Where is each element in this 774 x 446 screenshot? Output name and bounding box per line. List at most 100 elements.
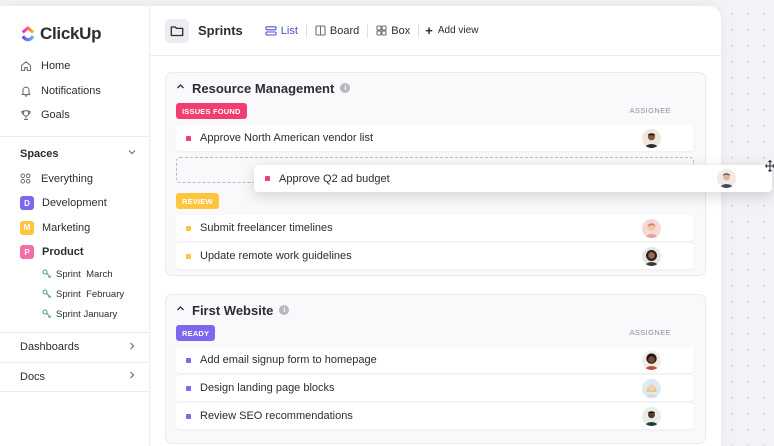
status-dot <box>265 176 270 181</box>
sidebar: ClickUp Home Notifications Goals Spaces … <box>0 6 150 446</box>
tab-list[interactable]: List <box>257 20 306 42</box>
task-name: Design landing page blocks <box>200 382 335 394</box>
info-icon[interactable]: i <box>340 83 351 93</box>
status-dot <box>186 385 191 391</box>
add-view-button[interactable]: + Add view <box>419 23 478 38</box>
sprint-january[interactable]: Sprint January <box>0 305 149 325</box>
space-marketing[interactable]: M Marketing <box>0 216 149 241</box>
spaces-heading: Spaces <box>20 147 59 160</box>
tab-box[interactable]: Box <box>368 20 418 42</box>
task-row[interactable]: Design landing page blocks <box>176 375 694 401</box>
avatar[interactable] <box>642 246 661 266</box>
avatar[interactable] <box>642 378 661 398</box>
divider <box>0 135 149 137</box>
status-badge[interactable]: REVIEW <box>176 193 219 209</box>
task-row[interactable]: Submit freelancer timelines <box>176 215 694 241</box>
plus-icon: + <box>425 23 433 38</box>
task-row[interactable]: Approve North American vendor list <box>176 125 694 151</box>
brand-name: ClickUp <box>40 24 102 43</box>
tab-label: Box <box>391 24 411 37</box>
sprint-february[interactable]: Sprint February <box>0 285 149 305</box>
sprint-icon <box>42 289 52 300</box>
folder-icon[interactable] <box>165 18 189 43</box>
space-product[interactable]: P Product <box>0 240 149 265</box>
status-row: ISSUES FOUND ASSIGNEE <box>166 103 705 121</box>
status-dot <box>186 357 191 363</box>
assignee-column-header: ASSIGNEE <box>629 106 671 115</box>
space-development[interactable]: D Development <box>0 191 149 216</box>
move-cursor-icon <box>765 160 774 175</box>
status-row: REVIEW <box>166 193 705 211</box>
board-icon <box>315 25 326 36</box>
group-header[interactable]: Resource Management i <box>166 73 705 103</box>
sprint-label: Sprint January <box>56 309 118 320</box>
space-label: Marketing <box>42 221 91 234</box>
task-row[interactable]: Add email signup form to homepage <box>176 347 694 373</box>
sprint-march[interactable]: Sprint March <box>0 265 149 285</box>
chevron-down-icon[interactable] <box>127 147 137 160</box>
status-badge[interactable]: READY <box>176 325 216 341</box>
avatar[interactable] <box>642 128 661 148</box>
tab-board[interactable]: Board <box>307 20 367 42</box>
box-icon <box>376 25 387 36</box>
tab-label: Board <box>329 24 360 37</box>
space-everything[interactable]: Everything <box>0 167 149 192</box>
status-dot <box>186 135 191 141</box>
sprint-label: Sprint March <box>56 269 113 280</box>
home-icon <box>20 60 32 72</box>
task-name: Review SEO recommendations <box>200 410 353 422</box>
chevron-right-icon <box>127 370 137 383</box>
task-name: Approve Q2 ad budget <box>279 172 390 185</box>
task-name: Approve North American vendor list <box>200 132 374 144</box>
avatar[interactable] <box>642 350 661 370</box>
group-title: First Website <box>192 302 274 318</box>
task-name: Submit freelancer timelines <box>200 222 333 234</box>
info-icon[interactable]: i <box>279 305 290 315</box>
task-name: Update remote work guidelines <box>200 250 352 262</box>
assignee-column-header: ASSIGNEE <box>629 328 671 337</box>
nav-label: Goals <box>41 109 70 122</box>
bell-icon <box>20 85 32 97</box>
status-row: READY ASSIGNEE <box>166 325 705 343</box>
grid-icon <box>20 173 32 185</box>
task-row[interactable]: Update remote work guidelines <box>176 243 694 269</box>
nav-label: Notifications <box>41 84 101 97</box>
trophy-icon <box>20 109 32 121</box>
status-badge[interactable]: ISSUES FOUND <box>176 103 247 119</box>
status-dot <box>186 413 191 419</box>
nav-notifications[interactable]: Notifications <box>0 79 149 104</box>
space-label: Everything <box>41 172 93 185</box>
app-window: ClickUp Home Notifications Goals Spaces … <box>0 6 721 446</box>
sprint-icon <box>42 269 52 280</box>
group-first-website: First Website i READY ASSIGNEE Add email… <box>165 294 706 444</box>
group-title: Resource Management <box>192 80 335 96</box>
nav-label: Home <box>41 60 71 73</box>
sidebar-link-label: Dashboards <box>20 341 80 353</box>
add-view-label: Add view <box>437 25 479 36</box>
status-dot <box>186 253 191 259</box>
nav-goals[interactable]: Goals <box>0 103 149 128</box>
list-icon <box>265 25 277 36</box>
nav-home[interactable]: Home <box>0 54 149 79</box>
chevron-up-icon[interactable] <box>176 82 185 94</box>
avatar[interactable] <box>642 218 661 238</box>
sidebar-link-label: Docs <box>20 370 46 383</box>
spaces-header[interactable]: Spaces <box>0 141 149 167</box>
sprint-label: Sprint February <box>56 289 125 300</box>
sidebar-dashboards[interactable]: Dashboards <box>0 331 149 362</box>
space-label: Development <box>42 197 107 210</box>
clickup-logo[interactable]: ClickUp <box>0 16 149 52</box>
chevron-up-icon[interactable] <box>176 304 185 316</box>
task-row[interactable]: Review SEO recommendations <box>176 403 694 429</box>
space-badge: P <box>20 245 34 260</box>
avatar[interactable] <box>642 406 661 426</box>
group-header[interactable]: First Website i <box>166 295 705 325</box>
topbar: Sprints List Board Box + Add view <box>150 6 721 56</box>
main-content: Sprints List Board Box + Add view Resour… <box>150 6 721 446</box>
dragging-task-card[interactable]: Approve Q2 ad budget <box>254 165 772 192</box>
sidebar-docs[interactable]: Docs <box>0 361 149 392</box>
space-label: Product <box>42 246 84 259</box>
space-badge: D <box>20 196 34 211</box>
space-badge: M <box>20 220 34 235</box>
avatar[interactable] <box>717 169 736 188</box>
